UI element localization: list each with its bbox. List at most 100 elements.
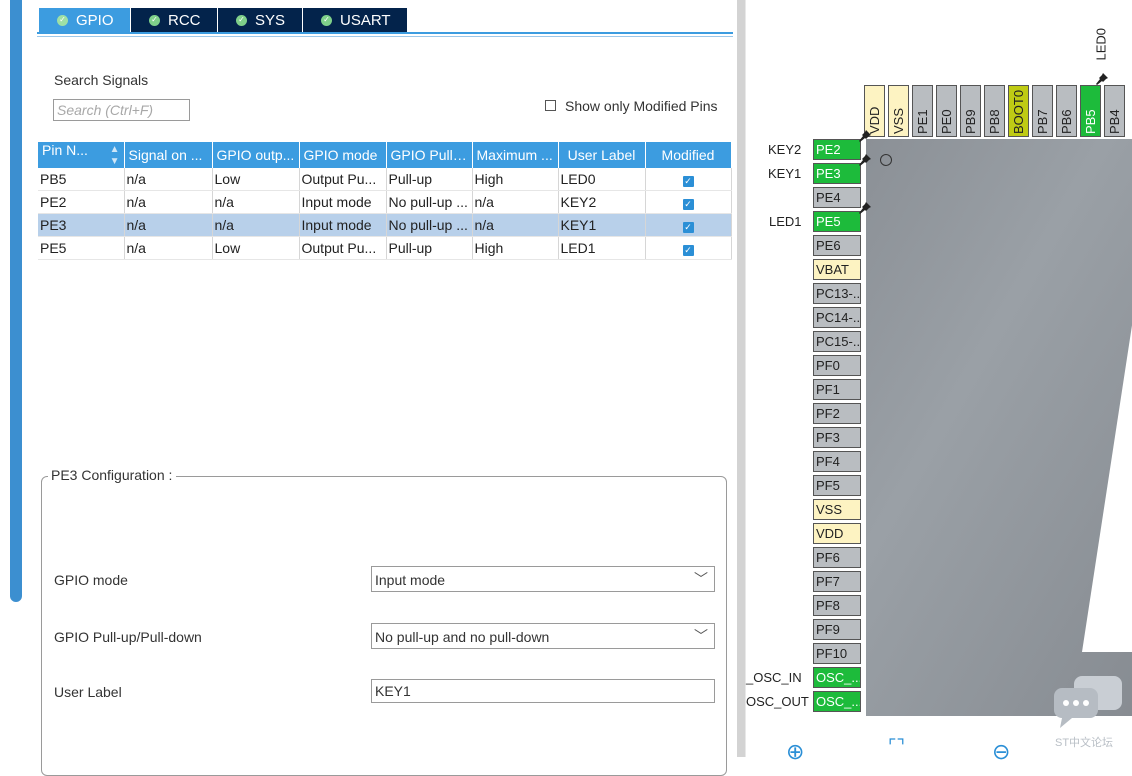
left-scrollbar[interactable] xyxy=(10,0,22,602)
chip-pin-label: PB7 xyxy=(1035,109,1050,134)
left-rail xyxy=(0,0,10,757)
chip-pin-vss[interactable]: VSS xyxy=(888,85,909,137)
cell-mode: Output Pu... xyxy=(299,168,387,191)
table-row[interactable]: PE2 n/a n/a Input mode No pull-up ... n/… xyxy=(38,190,732,214)
chip-pin-pe5[interactable]: PE5 xyxy=(813,211,861,232)
modified-checkbox[interactable]: ✓ xyxy=(682,245,694,256)
search-input[interactable] xyxy=(53,99,190,121)
pin-label-led1: LED1 xyxy=(769,214,802,229)
chip-pin-boot0[interactable]: BOOT0 xyxy=(1008,85,1029,137)
cell-speed: n/a xyxy=(472,213,559,237)
cell-pin: PE2 xyxy=(38,190,125,214)
cell-modified: ✓ xyxy=(645,168,732,191)
chip-pin-pb9[interactable]: PB9 xyxy=(960,85,981,137)
chip-pin-pf3[interactable]: PF3 xyxy=(813,427,861,448)
tab-sys-label: SYS xyxy=(255,11,286,29)
cell-output: n/a xyxy=(212,213,300,237)
chip-pin-pb5[interactable]: PB5 xyxy=(1080,85,1101,137)
chip-pin-pe4[interactable]: PE4 xyxy=(813,187,861,208)
chevron-down-icon: ﹀ xyxy=(694,628,708,644)
cell-user-label: KEY2 xyxy=(558,190,646,214)
chip-pin-pc14[interactable]: PC14-... xyxy=(813,307,861,328)
chip-pin-label: PE0 xyxy=(939,109,954,134)
column-header-pin-label: Pin N... xyxy=(42,142,88,158)
chip-pin-label: BOOT0 xyxy=(1011,89,1026,134)
chip-pin-vss[interactable]: VSS xyxy=(813,499,861,520)
panel-splitter[interactable] xyxy=(737,0,745,757)
chip-pin-pf8[interactable]: PF8 xyxy=(813,595,861,616)
chip-pin-label: PB8 xyxy=(987,109,1002,134)
tab-usart[interactable]: ✓ USART xyxy=(303,8,407,32)
chip-pin-pc15[interactable]: PC15-... xyxy=(813,331,861,352)
chip-pin-pe2[interactable]: PE2 xyxy=(813,139,861,160)
chip-pin-pb6[interactable]: PB6 xyxy=(1056,85,1077,137)
signals-table: Pin N... ▲ ▼ Signal on ... GPIO outp... GP… xyxy=(38,142,732,260)
chip-pin-pf10[interactable]: PF10 xyxy=(813,643,861,664)
chip-pin-pb8[interactable]: PB8 xyxy=(984,85,1005,137)
tab-sys[interactable]: ✓ SYS xyxy=(218,8,302,32)
column-header-mode[interactable]: GPIO mode xyxy=(299,142,387,168)
chip-pin-pb4[interactable]: PB4 xyxy=(1104,85,1125,137)
table-row-selected[interactable]: PE3 n/a n/a Input mode No pull-up ... n/… xyxy=(38,213,732,237)
chip-pin-pe0[interactable]: PE0 xyxy=(936,85,957,137)
chip-pin-label: PB4 xyxy=(1107,109,1122,134)
pin-label-osc-in: _OSC_IN xyxy=(746,670,802,685)
zoom-in-icon[interactable]: ⊕ xyxy=(786,739,804,765)
chip-pin-osc[interactable]: OSC_... xyxy=(813,691,861,712)
pushpin-icon xyxy=(859,154,871,166)
chip-pin-label: PE1 xyxy=(915,109,930,134)
chip-pin-pc13[interactable]: PC13-... xyxy=(813,283,861,304)
chip-pin-pe1[interactable]: PE1 xyxy=(912,85,933,137)
column-header-modified[interactable]: Modified xyxy=(645,142,732,168)
chip-pin-pe6[interactable]: PE6 xyxy=(813,235,861,256)
splitter-edge xyxy=(745,0,746,757)
gpio-mode-select[interactable]: Input mode ﹀ xyxy=(371,566,715,592)
cell-speed: High xyxy=(472,168,559,191)
modified-checkbox[interactable]: ✓ xyxy=(682,222,694,233)
chip-pin-pf2[interactable]: PF2 xyxy=(813,403,861,424)
chip-pin-pf9[interactable]: PF9 xyxy=(813,619,861,640)
zoom-out-icon[interactable]: ⊖ xyxy=(992,739,1010,765)
column-header-user-label[interactable]: User Label xyxy=(558,142,646,168)
cell-speed: High xyxy=(472,236,559,260)
chip-pin-label: PB6 xyxy=(1059,109,1074,134)
pin-label-key2: KEY2 xyxy=(768,142,802,157)
cell-pull: No pull-up ... xyxy=(386,213,473,237)
chip-pin-pf6[interactable]: PF6 xyxy=(813,547,861,568)
chip-pin-osc[interactable]: OSC_... xyxy=(813,667,861,688)
cell-signal: n/a xyxy=(124,236,213,260)
gpio-pull-select[interactable]: No pull-up and no pull-down ﹀ xyxy=(371,623,715,649)
show-modified-checkbox[interactable] xyxy=(545,100,556,111)
chip-pin-label: VSS xyxy=(891,107,906,134)
cell-pull: Pull-up xyxy=(386,168,473,191)
tab-usart-label: USART xyxy=(340,11,391,29)
chip-pin-pf0[interactable]: PF0 xyxy=(813,355,861,376)
chip-pin-label: PB5 xyxy=(1083,109,1098,134)
user-label-input[interactable] xyxy=(371,679,715,703)
chip-pin-vdd[interactable]: VDD xyxy=(813,523,861,544)
column-header-output[interactable]: GPIO outp... xyxy=(212,142,300,168)
table-row[interactable]: PE5 n/a Low Output Pu... Pull-up High LE… xyxy=(38,236,732,260)
fit-view-icon[interactable]: ⌜⌝ xyxy=(888,736,905,757)
modified-checkbox[interactable]: ✓ xyxy=(682,176,694,187)
column-header-pull[interactable]: GPIO Pull-... xyxy=(386,142,473,168)
cell-output: n/a xyxy=(212,190,300,214)
chip-pin-pf1[interactable]: PF1 xyxy=(813,379,861,400)
chip-pin-pb7[interactable]: PB7 xyxy=(1032,85,1053,137)
tab-gpio[interactable]: ✓ GPIO xyxy=(39,8,130,32)
chip-pin-pe3[interactable]: PE3 xyxy=(813,163,861,184)
column-header-signal[interactable]: Signal on ... xyxy=(124,142,213,168)
chip-pin-vbat[interactable]: VBAT xyxy=(813,259,861,280)
pushpin-icon xyxy=(1096,73,1108,85)
chip-pin-label: VDD xyxy=(867,106,882,134)
tab-rcc[interactable]: ✓ RCC xyxy=(131,8,217,32)
column-header-pin[interactable]: Pin N... ▲ ▼ xyxy=(38,142,125,168)
chip-pin-pf4[interactable]: PF4 xyxy=(813,451,861,472)
check-circle-icon: ✓ xyxy=(321,14,332,26)
column-header-speed[interactable]: Maximum ... xyxy=(472,142,559,168)
modified-checkbox[interactable]: ✓ xyxy=(682,199,694,210)
table-row[interactable]: PB5 n/a Low Output Pu... Pull-up High LE… xyxy=(38,168,732,191)
sort-icon[interactable]: ▲ ▼ xyxy=(110,144,120,168)
chip-pin-pf5[interactable]: PF5 xyxy=(813,475,861,496)
chip-pin-pf7[interactable]: PF7 xyxy=(813,571,861,592)
